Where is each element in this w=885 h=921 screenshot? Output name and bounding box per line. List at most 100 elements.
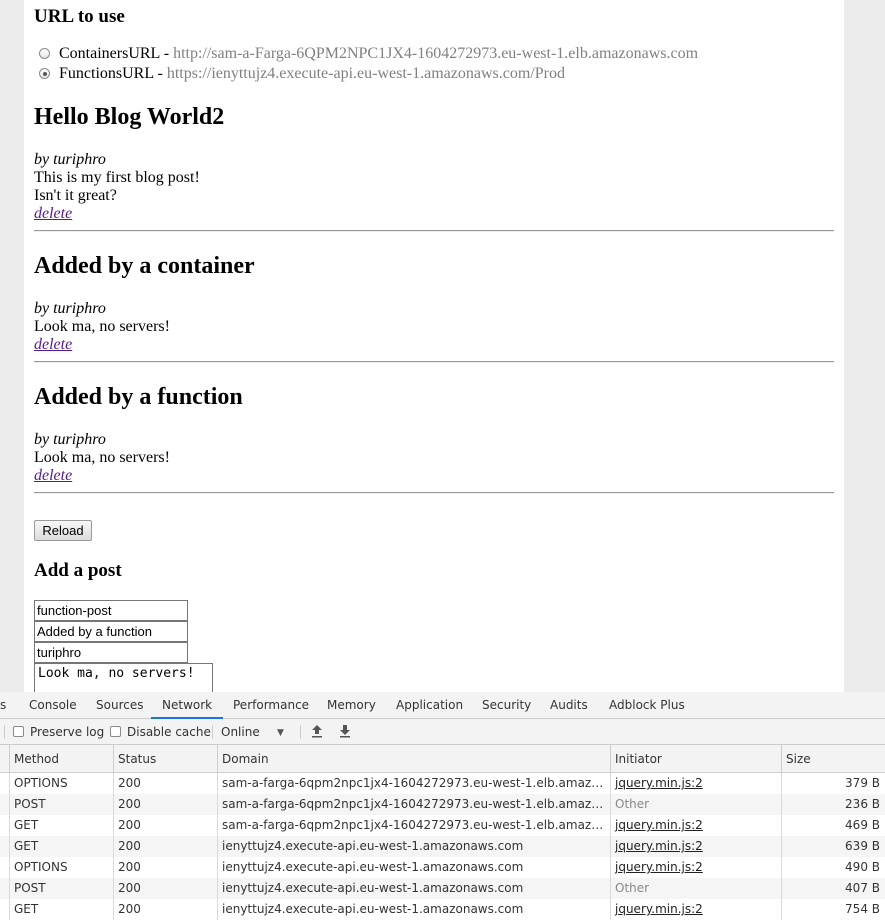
tab-application[interactable]: Application bbox=[396, 692, 463, 719]
cell-initiator[interactable]: jquery.min.js:2 bbox=[611, 815, 782, 836]
post-byline: by turiphro bbox=[34, 300, 106, 317]
column-header-initiator[interactable]: Initiator bbox=[611, 745, 782, 773]
column-header-size[interactable]: Size bbox=[782, 745, 885, 773]
disable-cache-label[interactable]: Disable cache bbox=[127, 719, 211, 745]
functions-url-value: https://ienyttujz4.execute-api.eu-west-1… bbox=[166, 65, 565, 82]
post-title-input[interactable]: Added by a function bbox=[34, 621, 188, 642]
post-divider bbox=[34, 230, 834, 232]
network-toolbar: Preserve log Disable cache Online ▼ bbox=[0, 719, 885, 745]
preserve-log-label[interactable]: Preserve log bbox=[30, 719, 104, 745]
cell-status: 200 bbox=[114, 878, 218, 899]
table-row[interactable]: GET 200 ienyttujz4.execute-api.eu-west-1.a… bbox=[0, 899, 885, 920]
post-body-line: Look ma, no servers! bbox=[34, 449, 170, 466]
cell-initiator[interactable]: jquery.min.js:2 bbox=[611, 773, 782, 794]
post-body-textarea[interactable]: Look ma, no servers! bbox=[34, 663, 213, 692]
tab-memory[interactable]: Memory bbox=[327, 692, 376, 719]
add-post-title: Add a post bbox=[34, 560, 122, 581]
functions-url-radio[interactable] bbox=[39, 68, 50, 79]
table-row[interactable]: GET 200 sam-a-farga-6qpm2npc1jx4-160427297… bbox=[0, 815, 885, 836]
post-title: Hello Blog World2 bbox=[34, 104, 225, 130]
post-divider bbox=[34, 361, 834, 363]
delete-link[interactable]: delete bbox=[34, 336, 72, 353]
toolbar-separator bbox=[4, 725, 5, 739]
table-row[interactable]: OPTIONS 200 ienyttujz4.execute-api.eu-west… bbox=[0, 857, 885, 878]
blog-post: Hello Blog World2 by turiphro This is my… bbox=[34, 103, 834, 223]
cell-domain: ienyttujz4.execute-api.eu-west-1.amazona… bbox=[218, 899, 611, 920]
blog-post: Added by a container by turiphro Look ma… bbox=[34, 252, 834, 354]
delete-link[interactable]: delete bbox=[34, 467, 72, 484]
tab-elements[interactable]: s bbox=[0, 692, 6, 719]
table-row[interactable]: POST 200 sam-a-farga-6qpm2npc1jx4-16042729… bbox=[0, 794, 885, 815]
cell-domain: sam-a-farga-6qpm2npc1jx4-1604272973.eu-w… bbox=[218, 794, 611, 815]
cell-size: 639 B bbox=[845, 839, 880, 853]
post-body-line: Look ma, no servers! bbox=[34, 318, 170, 335]
cell-method: POST bbox=[10, 878, 114, 899]
table-header: Method Status Domain Initiator Size bbox=[0, 745, 885, 773]
cell-method: GET bbox=[10, 899, 114, 920]
column-header-domain[interactable]: Domain bbox=[218, 745, 611, 773]
cell-status: 200 bbox=[114, 836, 218, 857]
cell-method: GET bbox=[10, 815, 114, 836]
cell-size: 407 B bbox=[845, 881, 880, 895]
tab-performance[interactable]: Performance bbox=[233, 692, 309, 719]
tab-security[interactable]: Security bbox=[482, 692, 531, 719]
column-header-method[interactable]: Method bbox=[10, 745, 114, 773]
table-row[interactable]: GET 200 ienyttujz4.execute-api.eu-west-1.a… bbox=[0, 836, 885, 857]
triangle-down-icon[interactable]: ▼ bbox=[277, 725, 284, 741]
post-divider bbox=[34, 492, 834, 494]
preserve-log-checkbox[interactable] bbox=[13, 726, 24, 737]
toolbar-separator bbox=[212, 725, 213, 739]
devtools-tab-bar: s Console Sources Network Performance Me… bbox=[0, 692, 885, 719]
cell-method: OPTIONS bbox=[10, 773, 114, 794]
cell-initiator: Other bbox=[611, 878, 782, 899]
tab-audits[interactable]: Audits bbox=[550, 692, 588, 719]
containers-url-name: ContainersURL bbox=[59, 45, 160, 62]
web-page: URL to use ContainersURL - http://sam-a-… bbox=[24, 0, 844, 692]
cell-size: 236 B bbox=[845, 797, 880, 811]
containers-url-radio[interactable] bbox=[39, 48, 50, 59]
post-body-line: Isn't it great? bbox=[34, 187, 117, 204]
cell-status: 200 bbox=[114, 815, 218, 836]
blog-post: Added by a function by turiphro Look ma,… bbox=[34, 383, 834, 485]
cell-domain: sam-a-farga-6qpm2npc1jx4-1604272973.eu-w… bbox=[218, 773, 611, 794]
cell-initiator[interactable]: jquery.min.js:2 bbox=[611, 857, 782, 878]
devtools-panel: s Console Sources Network Performance Me… bbox=[0, 692, 885, 921]
tab-adblock-plus[interactable]: Adblock Plus bbox=[609, 692, 685, 719]
tab-sources[interactable]: Sources bbox=[96, 692, 143, 719]
cell-method: POST bbox=[10, 794, 114, 815]
cell-domain: ienyttujz4.execute-api.eu-west-1.amazona… bbox=[218, 857, 611, 878]
functions-url-name: FunctionsURL bbox=[59, 65, 154, 82]
delete-link[interactable]: delete bbox=[34, 205, 72, 222]
column-header-status[interactable]: Status bbox=[114, 745, 218, 773]
table-row[interactable]: OPTIONS 200 sam-a-farga-6qpm2npc1jx4-16042… bbox=[0, 773, 885, 794]
post-title: Added by a function bbox=[34, 384, 243, 410]
post-author-input[interactable]: turiphro bbox=[34, 642, 188, 663]
download-icon[interactable] bbox=[339, 724, 351, 742]
cell-domain: ienyttujz4.execute-api.eu-west-1.amazona… bbox=[218, 836, 611, 857]
tab-console[interactable]: Console bbox=[29, 692, 77, 719]
throttling-select[interactable]: Online bbox=[221, 719, 260, 745]
toolbar-separator bbox=[300, 725, 301, 739]
cell-size: 490 B bbox=[845, 860, 880, 874]
cell-initiator[interactable]: jquery.min.js:2 bbox=[611, 899, 782, 920]
containers-url-value: http://sam-a-Farga-6QPM2NPC1JX4-16042729… bbox=[173, 45, 699, 62]
post-id-input[interactable]: function-post bbox=[34, 600, 188, 621]
cell-status: 200 bbox=[114, 794, 218, 815]
post-title: Added by a container bbox=[34, 253, 255, 279]
url-section-title: URL to use bbox=[34, 6, 125, 27]
disable-cache-checkbox[interactable] bbox=[110, 726, 121, 737]
cell-domain: sam-a-farga-6qpm2npc1jx4-1604272973.eu-w… bbox=[218, 815, 611, 836]
cell-size: 469 B bbox=[845, 818, 880, 832]
post-byline: by turiphro bbox=[34, 431, 106, 448]
cell-initiator: Other bbox=[611, 794, 782, 815]
cell-size: 754 B bbox=[845, 902, 880, 916]
cell-initiator[interactable]: jquery.min.js:2 bbox=[611, 836, 782, 857]
cell-size: 379 B bbox=[845, 776, 880, 790]
cell-domain: ienyttujz4.execute-api.eu-west-1.amazona… bbox=[218, 878, 611, 899]
cell-method: OPTIONS bbox=[10, 857, 114, 878]
tab-network[interactable]: Network bbox=[151, 692, 224, 719]
table-row[interactable]: POST 200 ienyttujz4.execute-api.eu-west-1.… bbox=[0, 878, 885, 899]
post-body-line: This is my first blog post! bbox=[34, 169, 200, 186]
upload-icon[interactable] bbox=[311, 724, 323, 742]
reload-button[interactable]: Reload bbox=[34, 520, 92, 541]
